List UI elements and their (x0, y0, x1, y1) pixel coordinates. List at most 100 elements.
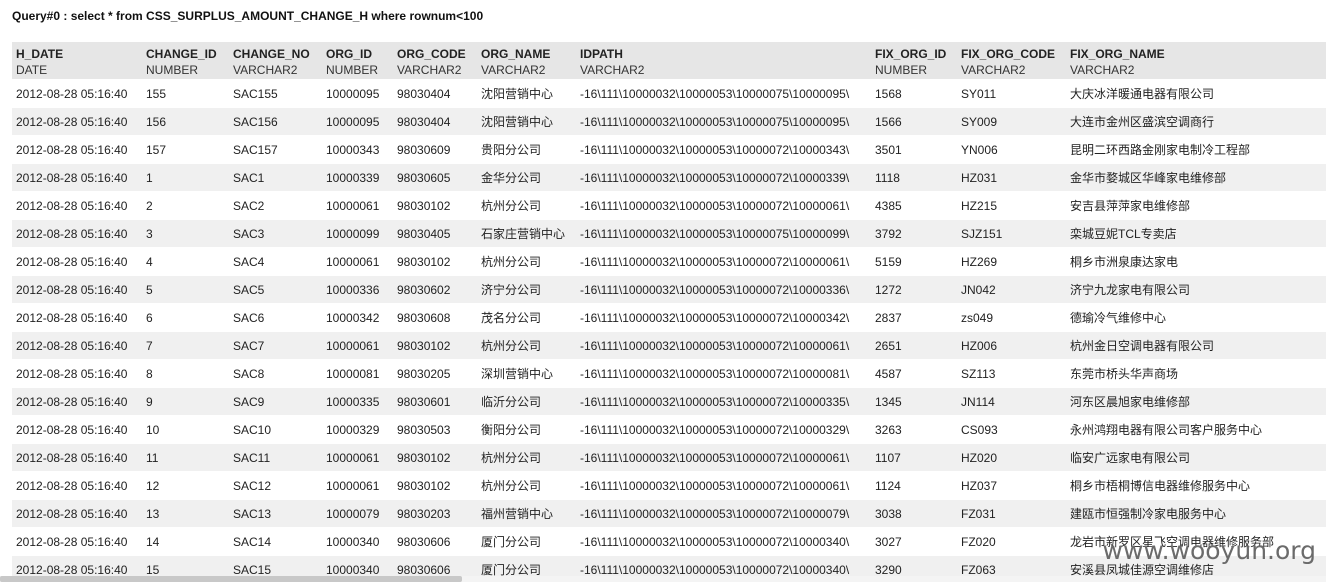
column-header-fix-org-code[interactable]: FIX_ORG_CODE VARCHAR2 (957, 42, 1066, 80)
cell-org-code: 98030102 (393, 331, 477, 360)
header-row: H_DATE DATE CHANGE_ID NUMBER CHANGE_NO VARCHA… (12, 42, 1326, 80)
cell-h-date: 2012-08-28 05:16:40 (12, 191, 142, 220)
cell-org-name: 沈阳营销中心 (477, 79, 576, 108)
table-body: 2012-08-28 05:16:40 155 SAC155 10000095 9803… (12, 79, 1326, 582)
cell-change-no: SAC6 (229, 303, 322, 332)
cell-change-id: 12 (142, 471, 229, 500)
cell-org-id: 10000081 (322, 359, 393, 388)
column-header-org-id[interactable]: ORG_ID NUMBER (322, 42, 393, 80)
column-header-org-name[interactable]: ORG_NAME VARCHAR2 (477, 42, 576, 80)
watermark-text: www.wooyun.org (1102, 536, 1316, 565)
scrollbar-thumb[interactable] (0, 576, 462, 582)
cell-fix-org-name: 桐乡市洲泉康达家电 (1066, 247, 1326, 276)
results-table-container[interactable]: H_DATE DATE CHANGE_ID NUMBER CHANGE_NO VARCHA… (12, 42, 1326, 582)
column-header-change-id[interactable]: CHANGE_ID NUMBER (142, 42, 229, 80)
table-row[interactable]: 2012-08-28 05:16:40 4 SAC4 10000061 98030102… (12, 247, 1326, 276)
cell-change-id: 5 (142, 275, 229, 304)
table-row[interactable]: 2012-08-28 05:16:40 2 SAC2 10000061 98030102… (12, 191, 1326, 220)
cell-org-name: 厦门分公司 (477, 527, 576, 556)
table-row[interactable]: 2012-08-28 05:16:40 8 SAC8 10000081 98030205… (12, 359, 1326, 388)
cell-org-code: 98030205 (393, 359, 477, 388)
cell-idpath: -16\111\10000032\10000053\10000075\10000… (576, 107, 871, 136)
cell-fix-org-code: HZ020 (957, 443, 1066, 472)
column-header-h-date[interactable]: H_DATE DATE (12, 42, 142, 80)
column-header-org-code[interactable]: ORG_CODE VARCHAR2 (393, 42, 477, 80)
cell-change-id: 4 (142, 247, 229, 276)
cell-h-date: 2012-08-28 05:16:40 (12, 443, 142, 472)
cell-change-no: SAC5 (229, 275, 322, 304)
cell-change-no: SAC4 (229, 247, 322, 276)
cell-idpath: -16\111\10000032\10000053\10000072\10000… (576, 499, 871, 528)
cell-change-id: 14 (142, 527, 229, 556)
cell-org-id: 10000339 (322, 163, 393, 192)
cell-fix-org-code: SY009 (957, 107, 1066, 136)
cell-fix-org-code: JN042 (957, 275, 1066, 304)
table-row[interactable]: 2012-08-28 05:16:40 12 SAC12 10000061 980301… (12, 471, 1326, 500)
table-row[interactable]: 2012-08-28 05:16:40 157 SAC157 10000343 9803… (12, 135, 1326, 164)
table-row[interactable]: 2012-08-28 05:16:40 11 SAC11 10000061 980301… (12, 443, 1326, 472)
column-name: H_DATE (16, 47, 64, 61)
cell-org-name: 衡阳分公司 (477, 415, 576, 444)
table-row[interactable]: 2012-08-28 05:16:40 156 SAC156 10000095 9803… (12, 107, 1326, 136)
column-type: VARCHAR2 (961, 63, 1026, 77)
table-row[interactable]: 2012-08-28 05:16:40 3 SAC3 10000099 98030405… (12, 219, 1326, 248)
column-name: CHANGE_NO (233, 47, 310, 61)
table-row[interactable]: 2012-08-28 05:16:40 6 SAC6 10000342 98030608… (12, 303, 1326, 332)
horizontal-scrollbar[interactable] (0, 576, 1326, 582)
cell-change-no: SAC7 (229, 331, 322, 360)
column-type: VARCHAR2 (397, 63, 462, 77)
column-name: FIX_ORG_NAME (1070, 47, 1165, 61)
cell-org-id: 10000061 (322, 247, 393, 276)
column-type: NUMBER (326, 63, 379, 77)
table-row[interactable]: 2012-08-28 05:16:40 10 SAC10 10000329 980305… (12, 415, 1326, 444)
cell-change-no: SAC8 (229, 359, 322, 388)
cell-fix-org-code: SY011 (957, 79, 1066, 108)
cell-fix-org-name: 昆明二环西路金刚家电制冷工程部 (1066, 135, 1326, 164)
cell-org-code: 98030102 (393, 247, 477, 276)
column-header-fix-org-id[interactable]: FIX_ORG_ID NUMBER (871, 42, 957, 80)
cell-change-id: 8 (142, 359, 229, 388)
table-row[interactable]: 2012-08-28 05:16:40 9 SAC9 10000335 98030601… (12, 387, 1326, 416)
cell-fix-org-id: 5159 (871, 247, 957, 276)
column-type: VARCHAR2 (233, 63, 298, 77)
table-row[interactable]: 2012-08-28 05:16:40 155 SAC155 10000095 9803… (12, 79, 1326, 108)
table-row[interactable]: 2012-08-28 05:16:40 7 SAC7 10000061 98030102… (12, 331, 1326, 360)
cell-fix-org-code: HZ269 (957, 247, 1066, 276)
cell-fix-org-code: HZ037 (957, 471, 1066, 500)
cell-org-code: 98030102 (393, 191, 477, 220)
cell-fix-org-id: 2651 (871, 331, 957, 360)
cell-org-code: 98030404 (393, 79, 477, 108)
cell-org-id: 10000079 (322, 499, 393, 528)
cell-idpath: -16\111\10000032\10000053\10000072\10000… (576, 275, 871, 304)
cell-fix-org-id: 3038 (871, 499, 957, 528)
cell-change-no: SAC156 (229, 107, 322, 136)
cell-change-id: 2 (142, 191, 229, 220)
column-header-change-no[interactable]: CHANGE_NO VARCHAR2 (229, 42, 322, 80)
column-name: IDPATH (580, 47, 623, 61)
table-row[interactable]: 2012-08-28 05:16:40 5 SAC5 10000336 98030602… (12, 275, 1326, 304)
column-header-fix-org-name[interactable]: FIX_ORG_NAME VARCHAR2 (1066, 42, 1326, 80)
cell-org-code: 98030102 (393, 471, 477, 500)
column-name: ORG_NAME (481, 47, 551, 61)
column-type: VARCHAR2 (481, 63, 546, 77)
cell-org-code: 98030601 (393, 387, 477, 416)
cell-h-date: 2012-08-28 05:16:40 (12, 163, 142, 192)
cell-h-date: 2012-08-28 05:16:40 (12, 303, 142, 332)
cell-change-no: SAC14 (229, 527, 322, 556)
cell-org-name: 贵阳分公司 (477, 135, 576, 164)
table-row[interactable]: 2012-08-28 05:16:40 1 SAC1 10000339 98030605… (12, 163, 1326, 192)
column-header-idpath[interactable]: IDPATH VARCHAR2 (576, 42, 871, 80)
cell-idpath: -16\111\10000032\10000053\10000075\10000… (576, 79, 871, 108)
cell-org-code: 98030404 (393, 107, 477, 136)
cell-fix-org-code: SJZ151 (957, 219, 1066, 248)
cell-change-no: SAC3 (229, 219, 322, 248)
cell-fix-org-code: HZ215 (957, 191, 1066, 220)
cell-fix-org-id: 1272 (871, 275, 957, 304)
cell-idpath: -16\111\10000032\10000053\10000072\10000… (576, 443, 871, 472)
table-row[interactable]: 2012-08-28 05:16:40 13 SAC13 10000079 980302… (12, 499, 1326, 528)
cell-fix-org-name: 桐乡市梧桐博信电器维修服务中心 (1066, 471, 1326, 500)
cell-org-name: 金华分公司 (477, 163, 576, 192)
cell-change-id: 6 (142, 303, 229, 332)
cell-org-id: 10000099 (322, 219, 393, 248)
cell-idpath: -16\111\10000032\10000053\10000072\10000… (576, 331, 871, 360)
